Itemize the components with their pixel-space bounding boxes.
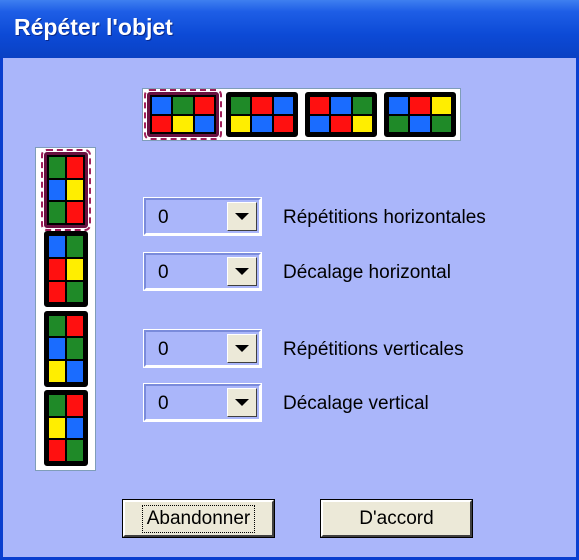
- horizontal-pattern-2[interactable]: [226, 92, 298, 137]
- chevron-down-icon: [235, 399, 249, 406]
- cancel-button[interactable]: Abandonner: [122, 499, 275, 538]
- pattern-cell: [48, 179, 65, 201]
- pattern-cell: [48, 338, 65, 359]
- v-offset-value: 0: [158, 393, 169, 414]
- pattern-cell: [66, 417, 83, 439]
- pattern-cell: [66, 360, 83, 382]
- pattern-cell: [66, 202, 83, 223]
- pattern-cell: [194, 115, 214, 132]
- pattern-cell: [48, 202, 65, 223]
- pattern-cell: [48, 236, 65, 257]
- pattern-cell: [431, 97, 451, 114]
- horizontal-pattern-strip: [142, 88, 461, 141]
- pattern-cell: [48, 157, 65, 178]
- pattern-cell: [310, 115, 330, 132]
- pattern-cell: [310, 97, 330, 114]
- horizontal-pattern-1[interactable]: [144, 89, 222, 140]
- pattern-cell: [389, 115, 409, 132]
- pattern-cell: [66, 440, 83, 461]
- pattern-cell: [152, 97, 172, 114]
- pattern-cell: [231, 115, 251, 132]
- v-offset-label: Décalage vertical: [283, 393, 429, 414]
- v-repeat-dropdown-button[interactable]: [227, 334, 257, 363]
- pattern-cell: [194, 97, 214, 114]
- h-offset-dropdown-button[interactable]: [227, 257, 257, 286]
- pattern-cell: [66, 338, 83, 359]
- pattern-cell: [66, 394, 83, 416]
- pattern-cell: [273, 115, 293, 132]
- h-repeat-label: Répétitions horizontales: [283, 207, 486, 228]
- v-repeat-label: Répétitions verticales: [283, 339, 464, 360]
- pattern-cell: [48, 440, 65, 461]
- chevron-down-icon: [235, 268, 249, 275]
- chevron-down-icon: [235, 345, 249, 352]
- ok-button[interactable]: D'accord: [320, 499, 473, 538]
- pattern-cell: [152, 115, 172, 132]
- pattern-cell: [431, 115, 451, 132]
- pattern-cell: [331, 115, 351, 132]
- vertical-pattern-1[interactable]: [40, 149, 91, 231]
- h-offset-label: Décalage horizontal: [283, 262, 451, 283]
- pattern-cell: [352, 97, 372, 114]
- pattern-cell: [48, 360, 65, 382]
- pattern-cell: [389, 97, 409, 114]
- v-repeat-value: 0: [158, 339, 169, 360]
- horizontal-pattern-4[interactable]: [384, 92, 456, 137]
- pattern-cell: [48, 258, 65, 280]
- v-repeat-combobox[interactable]: 0: [143, 329, 262, 368]
- pattern-cell: [173, 97, 193, 114]
- pattern-cell: [173, 115, 193, 132]
- vertical-pattern-4[interactable]: [43, 389, 88, 466]
- horizontal-pattern-3[interactable]: [305, 92, 377, 137]
- pattern-cell: [48, 315, 65, 337]
- chevron-down-icon: [235, 213, 249, 220]
- pattern-cell: [48, 417, 65, 439]
- pattern-cell: [66, 179, 83, 201]
- pattern-cell: [66, 236, 83, 257]
- h-repeat-dropdown-button[interactable]: [227, 202, 257, 231]
- pattern-cell: [352, 115, 372, 132]
- pattern-cell: [48, 281, 65, 303]
- h-offset-combobox[interactable]: 0: [143, 252, 262, 291]
- dialog-title: Répéter l'objet: [14, 14, 173, 40]
- pattern-cell: [66, 258, 83, 280]
- repeat-object-dialog: Répéter l'objet 0 Répétitions horizontal…: [0, 0, 579, 560]
- pattern-cell: [410, 97, 430, 114]
- h-repeat-combobox[interactable]: 0: [143, 197, 262, 236]
- title-bar[interactable]: Répéter l'objet: [0, 0, 579, 58]
- ok-button-label: D'accord: [359, 507, 434, 529]
- pattern-cell: [273, 97, 293, 114]
- pattern-cell: [66, 281, 83, 303]
- pattern-cell: [231, 97, 251, 114]
- pattern-cell: [66, 315, 83, 337]
- pattern-cell: [66, 157, 83, 178]
- vertical-pattern-3[interactable]: [43, 310, 88, 387]
- cancel-button-label: Abandonner: [141, 504, 256, 533]
- vertical-pattern-2[interactable]: [43, 231, 88, 308]
- vertical-pattern-strip: [35, 147, 96, 471]
- v-offset-dropdown-button[interactable]: [227, 388, 257, 417]
- pattern-cell: [410, 115, 430, 132]
- pattern-cell: [252, 115, 272, 132]
- pattern-cell: [48, 394, 65, 416]
- h-repeat-value: 0: [158, 207, 169, 228]
- h-offset-value: 0: [158, 262, 169, 283]
- pattern-cell: [331, 97, 351, 114]
- pattern-cell: [252, 97, 272, 114]
- v-offset-combobox[interactable]: 0: [143, 383, 262, 422]
